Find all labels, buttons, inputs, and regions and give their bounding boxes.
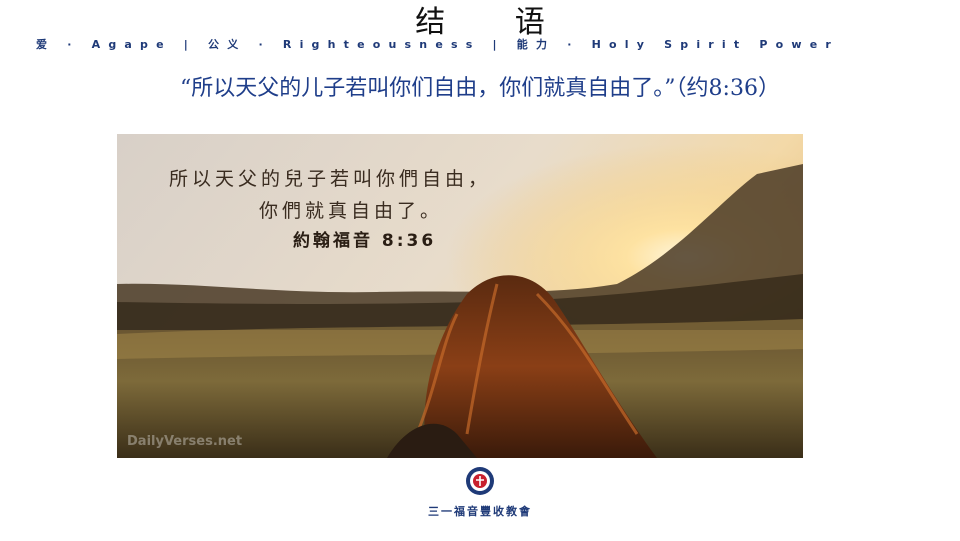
slide-title: 结 语 <box>415 5 575 40</box>
photo-verse-reference: 約翰福音 8:36 <box>293 231 437 251</box>
bible-verse: “所以天父的儿子若叫你们自由，你们就真自由了。”（约8:36） <box>180 76 780 101</box>
photo-watermark: DailyVerses.net <box>127 434 243 449</box>
motto-line: 爱 · Agape | 公义 · Righteousness | 能力 · Ho… <box>36 38 840 51</box>
church-name: 三一福音豐收教會 <box>428 505 532 518</box>
photo-verse-line-1: 所以天父的兒子若叫你們自由， <box>169 168 492 190</box>
photo-verse-line-2: 你們就真自由了。 <box>259 200 444 222</box>
verse-photo: 所以天父的兒子若叫你們自由， 你們就真自由了。 約翰福音 8:36 DailyV… <box>117 134 803 458</box>
church-logo-icon <box>466 467 494 495</box>
